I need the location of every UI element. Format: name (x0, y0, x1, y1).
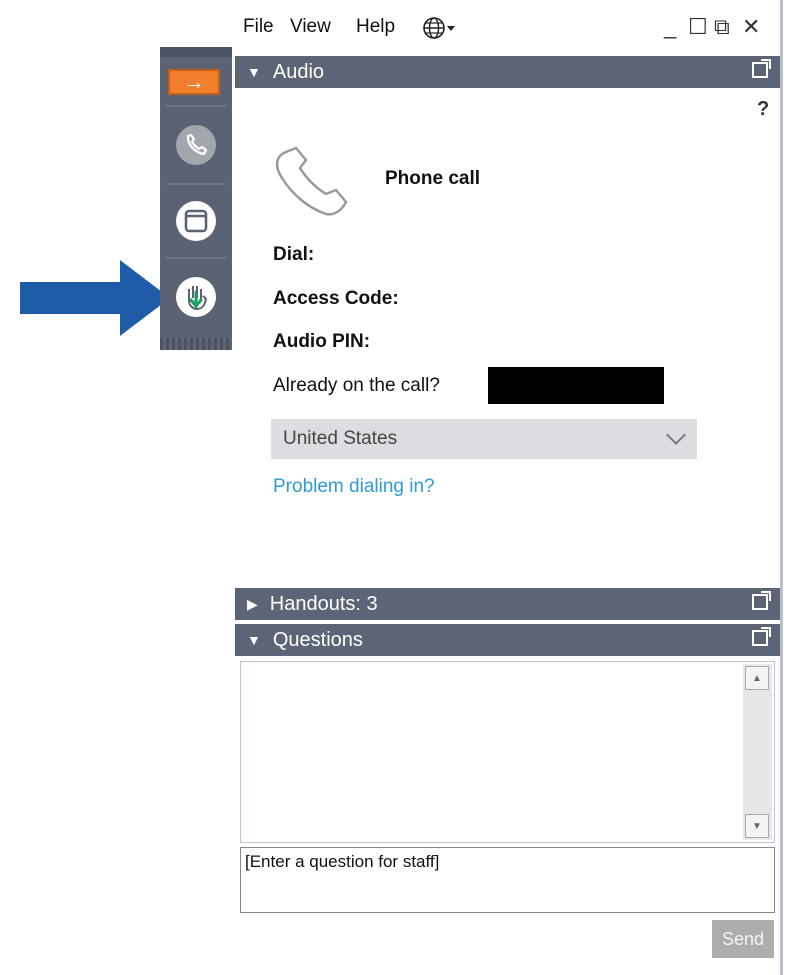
dial-label: Dial: (273, 244, 315, 265)
collapse-triangle-icon: ▼ (247, 632, 261, 648)
questions-log[interactable] (240, 661, 775, 843)
handouts-panel-title: Handouts: 3 (269, 592, 378, 615)
already-on-call-label: Already on the call? (273, 375, 440, 396)
country-select-value: United States (283, 428, 398, 449)
collapse-triangle-icon: ▼ (247, 64, 261, 80)
redacted-field (488, 367, 664, 404)
phone-call-label: Phone call (385, 168, 481, 189)
close-button[interactable]: ✕ (742, 14, 760, 40)
menu-bar: File View Help _ ☐ ⧉ ✕ (232, 0, 782, 56)
popout-icon[interactable] (752, 59, 771, 78)
audio-pin-label: Audio PIN: (273, 331, 371, 352)
problem-dialing-link[interactable]: Problem dialing in? (273, 476, 435, 498)
window-button[interactable] (170, 195, 222, 247)
country-select[interactable]: United States (271, 419, 697, 459)
toolbar-divider (166, 105, 226, 107)
restore-button[interactable]: ⧉ (714, 14, 730, 40)
toolbar-top-strip (160, 47, 232, 57)
toolbar-divider (166, 257, 226, 259)
scroll-down-button[interactable]: ▼ (745, 814, 769, 838)
access-code-label: Access Code: (273, 288, 399, 309)
maximize-button[interactable]: ☐ (688, 14, 708, 40)
toolbar-bottom-strip (160, 338, 232, 350)
window-border (780, 0, 783, 975)
arrow-right-icon: → (183, 69, 205, 94)
side-toolbar: → (160, 47, 232, 350)
questions-panel-title: Questions (272, 628, 363, 651)
phone-icon (176, 125, 216, 165)
popout-icon[interactable] (752, 591, 771, 610)
menu-view[interactable]: View (290, 16, 331, 38)
audio-panel-title: Audio (272, 60, 325, 83)
raise-hand-icon (176, 277, 216, 317)
phone-button[interactable] (170, 119, 222, 171)
caret-down-icon (447, 26, 455, 31)
question-input[interactable]: [Enter a question for staff] (240, 847, 775, 913)
globe-icon (423, 17, 445, 39)
raise-hand-button[interactable] (170, 271, 222, 323)
expand-panel-button[interactable]: → (168, 69, 220, 95)
annotation-arrow (20, 260, 170, 336)
window-icon (176, 201, 216, 241)
scroll-up-button[interactable]: ▲ (745, 666, 769, 690)
menu-file[interactable]: File (243, 16, 274, 38)
handouts-panel-header[interactable]: ▶ Handouts: 3 (235, 588, 780, 620)
expand-triangle-icon: ▶ (247, 595, 258, 612)
menu-help[interactable]: Help (356, 16, 395, 38)
chevron-down-icon (666, 425, 686, 445)
send-button[interactable]: Send (712, 920, 774, 958)
questions-scrollbar[interactable]: ▲ ▼ (743, 664, 772, 840)
questions-panel-header[interactable]: ▼ Questions (235, 624, 780, 656)
minimize-button[interactable]: _ (664, 14, 676, 40)
popout-icon[interactable] (752, 627, 771, 646)
language-menu[interactable] (422, 16, 456, 40)
phone-handset-icon (275, 146, 348, 216)
audio-panel-header[interactable]: ▼ Audio (235, 56, 780, 88)
toolbar-divider (166, 183, 226, 185)
help-button[interactable]: ? (757, 98, 769, 121)
